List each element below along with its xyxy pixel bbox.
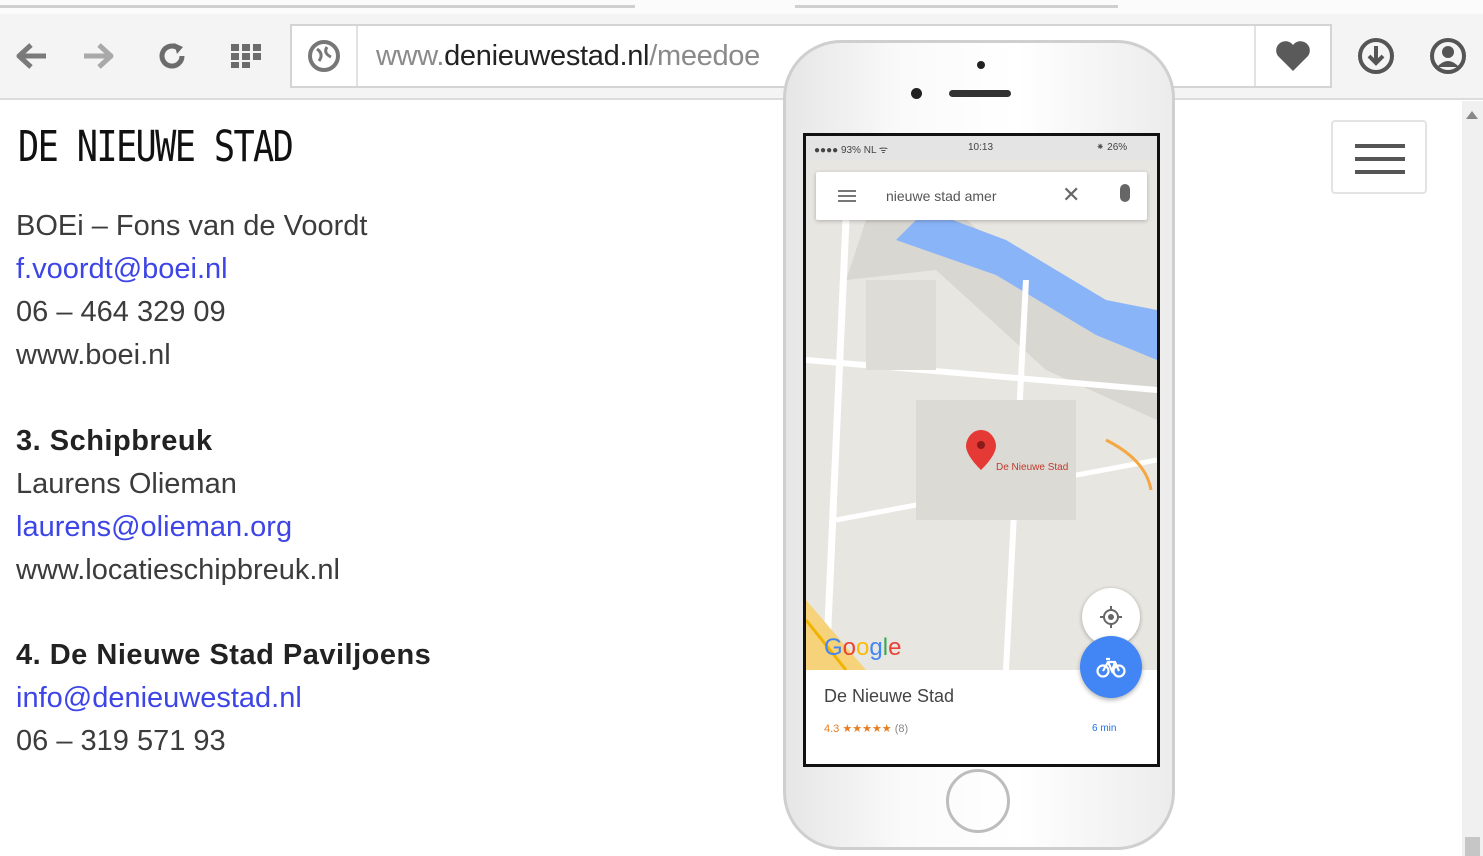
apps-grid-icon — [231, 44, 261, 68]
email-link[interactable]: laurens@olieman.org — [16, 511, 292, 544]
contact-text: Laurens Olieman — [16, 468, 237, 500]
tab-divider — [795, 5, 1118, 8]
account-button[interactable] — [1424, 36, 1472, 76]
hamburger-menu-button[interactable] — [1331, 120, 1427, 194]
microphone-icon[interactable] — [1120, 184, 1130, 202]
back-arrow-icon — [16, 43, 46, 69]
phone-speaker — [949, 90, 1011, 97]
scroll-thumb[interactable] — [1465, 837, 1480, 856]
google-logo-letter: o — [842, 634, 857, 661]
map-pin-label: De Nieuwe Stad — [996, 462, 1069, 473]
bicycle-icon — [1096, 657, 1126, 678]
place-name: De Nieuwe Stad — [824, 686, 955, 706]
contact-text: 06 – 464 329 09 — [16, 296, 226, 328]
tab-divider — [0, 5, 635, 8]
email-link[interactable]: f.voordt@boei.nl — [16, 253, 228, 286]
menu-bar-icon — [1355, 157, 1405, 161]
url-text[interactable]: www.denieuwestad.nl/meedoe — [376, 40, 760, 73]
tab-strip — [0, 0, 1483, 14]
browser-toolbar: www.denieuwestad.nl/meedoe — [0, 14, 1483, 100]
status-time: 10:13 — [968, 142, 994, 153]
site-logo[interactable]: DE NIEUWE STAD — [18, 122, 294, 172]
crosshair-icon — [1100, 606, 1122, 628]
rating-value: 4.3 — [824, 723, 840, 735]
menu-bar-icon — [1355, 170, 1405, 174]
carrier-signal: ●●●● 93% NL ᯤ — [814, 145, 889, 156]
user-icon — [1430, 38, 1466, 74]
rating-count: (8) — [894, 723, 909, 735]
contact-text: www.locatieschipbreuk.nl — [16, 554, 340, 586]
google-logo-letter: e — [888, 634, 902, 661]
downloads-button[interactable] — [1352, 36, 1400, 76]
contact-text: www.boei.nl — [16, 339, 171, 371]
favorite-button[interactable] — [1254, 26, 1330, 86]
url-domain: denieuwestad.nl — [444, 40, 650, 72]
reload-icon — [159, 43, 185, 69]
google-logo-letter: g — [869, 634, 883, 661]
phone-mockup: ●●●● 93% NL ᯤ 10:13 ⁕ 26% De Nieuwe Stad… — [783, 40, 1175, 850]
contact-text: BOEi – Fons van de Voordt — [16, 210, 368, 242]
back-button[interactable] — [8, 36, 56, 76]
directions-button[interactable] — [1080, 636, 1142, 698]
apps-button[interactable] — [222, 36, 270, 76]
travel-time: 6 min — [1092, 723, 1117, 734]
maps-search-query[interactable]: nieuwe stad amer — [886, 188, 997, 204]
forward-arrow-icon — [84, 43, 114, 69]
reload-button[interactable] — [148, 36, 196, 76]
camera-dot — [977, 61, 985, 69]
forward-button[interactable] — [74, 36, 122, 76]
download-icon — [1358, 38, 1394, 74]
contact-text: 06 – 319 571 93 — [16, 725, 226, 757]
phone-status-bar: ●●●● 93% NL ᯤ 10:13 ⁕ 26% — [806, 136, 1157, 160]
globe-icon — [308, 40, 340, 72]
place-rating: 4.3 ★★★★★ (8) — [824, 722, 908, 735]
section-heading: 3. Schipbreuk — [16, 425, 213, 457]
battery-status: ⁕ 26% — [1096, 142, 1128, 153]
front-camera — [911, 88, 922, 99]
home-button[interactable] — [946, 769, 1010, 833]
google-logo: Google — [824, 634, 901, 662]
map-view[interactable]: De Nieuwe Stad Google — [806, 160, 1157, 670]
clear-search-icon[interactable]: ✕ — [1062, 182, 1080, 208]
google-logo-letter: o — [856, 634, 870, 661]
maps-search-box[interactable]: nieuwe stad amer ✕ — [816, 172, 1147, 220]
phone-screen: ●●●● 93% NL ᯤ 10:13 ⁕ 26% De Nieuwe Stad… — [803, 133, 1160, 767]
section-heading: 4. De Nieuwe Stad Paviljoens — [16, 639, 432, 671]
maps-menu-icon[interactable] — [838, 190, 856, 202]
site-info-button[interactable] — [292, 26, 358, 86]
scroll-up-icon[interactable] — [1466, 111, 1478, 119]
google-logo-letter: G — [824, 634, 843, 661]
email-link[interactable]: info@denieuwestad.nl — [16, 682, 302, 715]
menu-bar-icon — [1355, 144, 1405, 148]
url-path: /meedoe — [649, 40, 760, 72]
heart-icon — [1276, 41, 1310, 71]
rating-stars: ★★★★★ — [842, 723, 892, 735]
url-host: www. — [376, 40, 445, 72]
page-scrollbar[interactable] — [1462, 101, 1483, 856]
